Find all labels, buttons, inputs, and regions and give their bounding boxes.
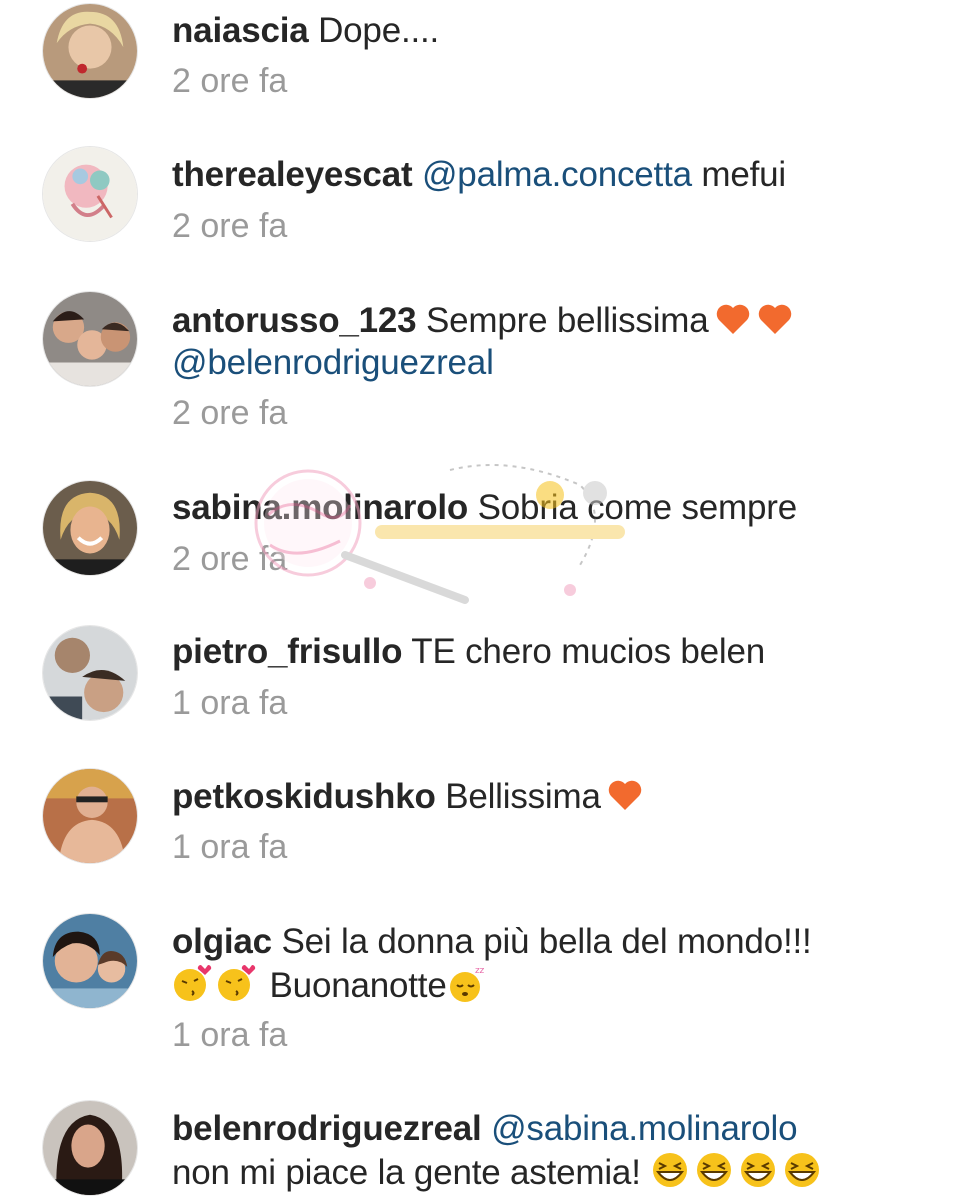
- mention-link[interactable]: @belenrodriguezreal: [172, 343, 494, 382]
- comment-timestamp: 2 ore fa: [172, 62, 288, 100]
- avatar[interactable]: [42, 291, 138, 387]
- comment-timestamp: 1 ora fa: [172, 684, 288, 722]
- comment-username[interactable]: olgiac: [172, 922, 272, 961]
- avatar[interactable]: [42, 625, 138, 721]
- grinning-squinting-face-icon: [741, 1153, 776, 1187]
- comment-timestamp: 2 ore fa: [172, 207, 288, 245]
- comment-timestamp: 1 ora fa: [172, 828, 288, 866]
- comment-text: Sobria come sempre: [477, 488, 798, 527]
- mention-link[interactable]: @palma.concetta: [422, 155, 692, 194]
- avatar[interactable]: [42, 913, 138, 1009]
- comment-username[interactable]: antorusso_123: [172, 301, 417, 340]
- avatar[interactable]: [42, 1100, 138, 1196]
- comment-text: Dope....: [318, 11, 440, 50]
- sleeping-face-icon: zz: [449, 966, 485, 1002]
- comment-username[interactable]: pietro_frisullo: [172, 632, 403, 671]
- comment-username[interactable]: therealeyescat: [172, 155, 413, 194]
- comment-text: non mi piace la gente astemia!: [172, 1153, 641, 1192]
- comment-text-continued: Buonanotte: [269, 966, 447, 1005]
- comment-text: Sei la donna più bella del mondo!!!: [281, 922, 812, 961]
- avatar[interactable]: [42, 480, 138, 576]
- comment-text: Sempre bellissima: [425, 301, 709, 340]
- avatar[interactable]: [42, 146, 138, 242]
- comment-text: mefui: [701, 155, 786, 194]
- watermark-logo: [254, 464, 625, 604]
- avatar[interactable]: [42, 768, 138, 864]
- avatar[interactable]: [42, 3, 138, 99]
- grinning-squinting-face-icon: [697, 1153, 732, 1187]
- kissing-face-icon: [174, 964, 212, 1001]
- comment-timestamp: 2 ore fa: [172, 394, 288, 432]
- svg-text:zz: zz: [475, 966, 485, 976]
- comment-text: Bellissima: [445, 777, 601, 816]
- comment-username[interactable]: sabina.molinarolo: [172, 488, 468, 527]
- orange-heart-icon: [758, 304, 791, 334]
- orange-heart-icon: [716, 304, 749, 334]
- comment-username[interactable]: petkoskidushko: [172, 777, 436, 816]
- grinning-squinting-face-icon: [653, 1153, 688, 1187]
- orange-heart-icon: [608, 780, 641, 810]
- comment-text: TE chero mucios belen: [411, 632, 766, 671]
- comment-username[interactable]: belenrodriguezreal: [172, 1109, 482, 1148]
- kissing-face-icon: [218, 964, 256, 1001]
- grinning-squinting-face-icon: [785, 1153, 820, 1187]
- comment-username[interactable]: naiascia: [172, 11, 309, 50]
- mention-link[interactable]: @sabina.molinarolo: [491, 1109, 797, 1148]
- comment-timestamp: 2 ore fa: [172, 540, 288, 578]
- comment-timestamp: 1 ora fa: [172, 1016, 288, 1054]
